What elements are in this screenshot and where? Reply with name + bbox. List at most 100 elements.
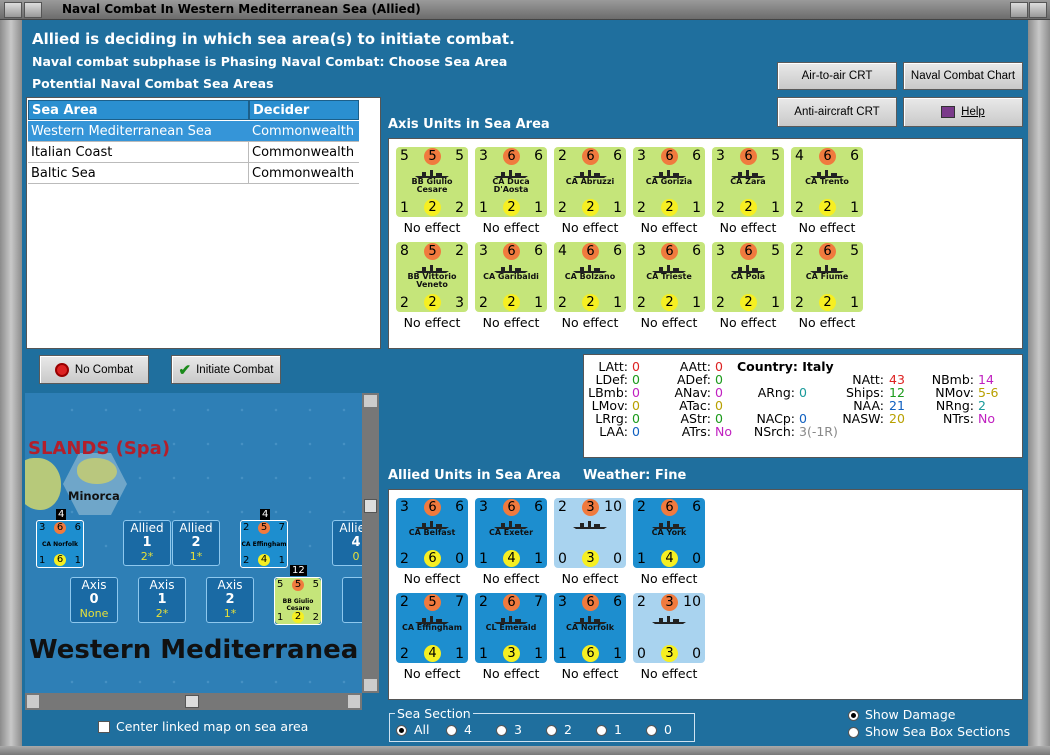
counter-name: CA Fiume xyxy=(805,272,849,281)
unit-counter[interactable]: 2 6 5 CA Fiume 2 2 1 xyxy=(791,242,863,312)
counter-defense: 2 xyxy=(740,294,757,311)
allied-sea-box[interactable]: Allied 2 1* xyxy=(172,520,220,566)
allied-units-panel: 3 6 6 CA Belfast 2 6 0 No effect 3 6 6 CA Exeter 1 4 1… xyxy=(388,489,1023,700)
unit-counter[interactable]: 3 6 6 CA Duca D'Aosta 1 2 1 xyxy=(475,147,547,217)
country-label: Country: Italy xyxy=(737,359,834,374)
counter-bottom-left: 2 xyxy=(716,295,725,311)
table-row[interactable]: Baltic Sea Commonwealth xyxy=(28,163,359,184)
allied-sea-box[interactable]: Allied 1 2* xyxy=(123,520,171,566)
unit-counter[interactable]: 2 5 7 CA Effingham 2 4 1 xyxy=(396,593,468,663)
unit-counter[interactable]: 2 3 10 0 3 0 xyxy=(633,593,705,663)
combat-effect: No effect xyxy=(640,571,698,586)
sea-section-option: 2 xyxy=(564,722,572,737)
column-header-sea-area[interactable]: Sea Area xyxy=(28,100,249,120)
axis-sea-box[interactable]: Axis 0 None xyxy=(70,577,118,623)
map-unit-counter[interactable]: 5 5 5 BB Giulio Cesare 1 2 2 xyxy=(274,577,322,625)
counter-attack: 6 xyxy=(582,594,599,611)
sea-section-option: 1 xyxy=(614,722,622,737)
unit-counter[interactable]: 3 6 6 CA Gorizia 2 2 1 xyxy=(633,147,705,217)
unit-counter[interactable]: 4 6 6 CA Trento 2 2 1 xyxy=(791,147,863,217)
counter-top-right: 5 xyxy=(771,243,780,259)
scroll-left-arrow[interactable] xyxy=(27,695,39,708)
window-menu-icon[interactable] xyxy=(4,2,22,18)
naval-combat-chart-button[interactable]: Naval Combat Chart xyxy=(903,62,1023,90)
unit-counter[interactable]: 8 5 2 BB Vittorio Veneto 2 2 3 xyxy=(396,242,468,312)
show-sections-radio[interactable] xyxy=(848,727,859,738)
stat-label: NASW: xyxy=(842,411,884,426)
book-icon xyxy=(941,106,956,118)
show-damage-radio[interactable] xyxy=(848,710,859,721)
ship-silhouette-icon xyxy=(573,521,607,529)
checkmark-icon: ✔ xyxy=(178,361,192,379)
counter-bottom-left: 2 xyxy=(795,295,804,311)
axis-sea-box[interactable]: Axis 2 1* xyxy=(206,577,254,623)
counter-defense: 6 xyxy=(424,550,441,567)
counter-defense: 2 xyxy=(503,199,520,216)
vertical-scroll-thumb[interactable] xyxy=(364,499,377,513)
initiate-combat-button[interactable]: ✔ Initiate Combat xyxy=(171,355,281,384)
counter-top-left: 2 xyxy=(243,522,250,533)
sea-area-map[interactable]: SLANDS (Spa) Minorca 4 3 6 6 CA Norfolk 1 6 1 Al… xyxy=(25,393,362,693)
counter-name: CA Exeter xyxy=(488,528,534,537)
center-linked-map-checkbox[interactable] xyxy=(98,721,110,733)
axis-sea-box-partial[interactable] xyxy=(342,577,362,623)
unit-counter[interactable]: 2 6 7 CL Emerald 1 3 1 xyxy=(475,593,547,663)
sea-section-option: 3 xyxy=(514,722,522,737)
weather-label: Weather: Fine xyxy=(583,468,687,483)
counter-top-right: 6 xyxy=(455,499,464,515)
unit-counter[interactable]: 2 6 6 CA York 1 4 0 xyxy=(633,498,705,568)
horizontal-scroll-thumb[interactable] xyxy=(185,695,199,708)
sea-section-radio[interactable] xyxy=(396,725,407,736)
stat-value: No xyxy=(715,424,732,439)
map-unit-counter[interactable]: 3 6 6 CA Norfolk 1 6 1 xyxy=(36,520,84,568)
sea-area-cell: Baltic Sea xyxy=(28,163,249,184)
combat-effect: No effect xyxy=(561,315,619,330)
counter-bottom-right: 1 xyxy=(692,200,701,216)
counter-bottom-right: 1 xyxy=(850,200,859,216)
sea-section-radio[interactable] xyxy=(446,725,457,736)
map-vertical-scrollbar[interactable] xyxy=(362,393,379,693)
unit-counter[interactable]: 5 5 5 BB Giulio Cesare 1 2 2 xyxy=(396,147,468,217)
unit-counter[interactable]: 3 6 6 CA Trieste 2 2 1 xyxy=(633,242,705,312)
scroll-up-arrow[interactable] xyxy=(364,395,377,407)
no-combat-button[interactable]: No Combat xyxy=(39,355,149,384)
combat-effect: No effect xyxy=(403,571,461,586)
unit-counter[interactable]: 3 6 6 CA Exeter 1 4 1 xyxy=(475,498,547,568)
combat-effect: No effect xyxy=(482,666,540,681)
counter-name: CA Gorizia xyxy=(645,177,693,186)
air-to-air-crt-button[interactable]: Air-to-air CRT xyxy=(777,62,897,90)
column-header-decider[interactable]: Decider xyxy=(249,100,359,120)
table-row[interactable]: Western Mediterranean Sea Commonwealth xyxy=(28,121,359,142)
sea-section-radio[interactable] xyxy=(596,725,607,736)
unit-counter[interactable]: 3 6 6 CA Belfast 2 6 0 xyxy=(396,498,468,568)
anti-aircraft-crt-button[interactable]: Anti-aircraft CRT xyxy=(777,97,897,127)
sea-section-radio[interactable] xyxy=(496,725,507,736)
sea-box-value: 0 xyxy=(352,550,360,563)
sea-section-radio[interactable] xyxy=(546,725,557,736)
unit-counter[interactable]: 2 6 6 CA Abruzzi 2 2 1 xyxy=(554,147,626,217)
axis-sea-box[interactable]: Axis 1 2* xyxy=(138,577,186,623)
unit-counter[interactable]: 3 6 5 CA Pola 2 2 1 xyxy=(712,242,784,312)
unit-counter[interactable]: 3 6 6 CA Norfolk 1 6 1 xyxy=(554,593,626,663)
help-button[interactable]: Help xyxy=(903,97,1023,127)
close-icon[interactable] xyxy=(1029,2,1047,18)
no-entry-icon xyxy=(54,362,69,377)
counter-top-right: 2 xyxy=(455,243,464,259)
table-row[interactable]: Italian Coast Commonwealth xyxy=(28,142,359,163)
counter-attack: 5 xyxy=(292,579,304,591)
maximize-icon[interactable] xyxy=(1010,2,1028,18)
sea-box-side: Allied xyxy=(339,521,362,535)
unit-counter[interactable]: 2 3 10 0 3 0 xyxy=(554,498,626,568)
map-horizontal-scrollbar[interactable] xyxy=(25,693,362,710)
counter-attack: 6 xyxy=(503,148,520,165)
unit-counter[interactable]: 3 6 6 CA Garibaldi 2 2 1 xyxy=(475,242,547,312)
allied-sea-box[interactable]: Allied40 xyxy=(332,520,362,566)
scroll-right-arrow[interactable] xyxy=(348,695,360,708)
sea-section-radio[interactable] xyxy=(646,725,657,736)
stack-count-badge: 12 xyxy=(290,565,307,576)
scroll-down-arrow[interactable] xyxy=(364,679,377,691)
minimize-icon[interactable] xyxy=(24,2,42,18)
map-unit-counter[interactable]: 2 5 7 CA Effingham 2 4 1 xyxy=(240,520,288,568)
unit-counter[interactable]: 4 6 6 CA Bolzano 2 2 1 xyxy=(554,242,626,312)
unit-counter[interactable]: 3 6 5 CA Zara 2 2 1 xyxy=(712,147,784,217)
